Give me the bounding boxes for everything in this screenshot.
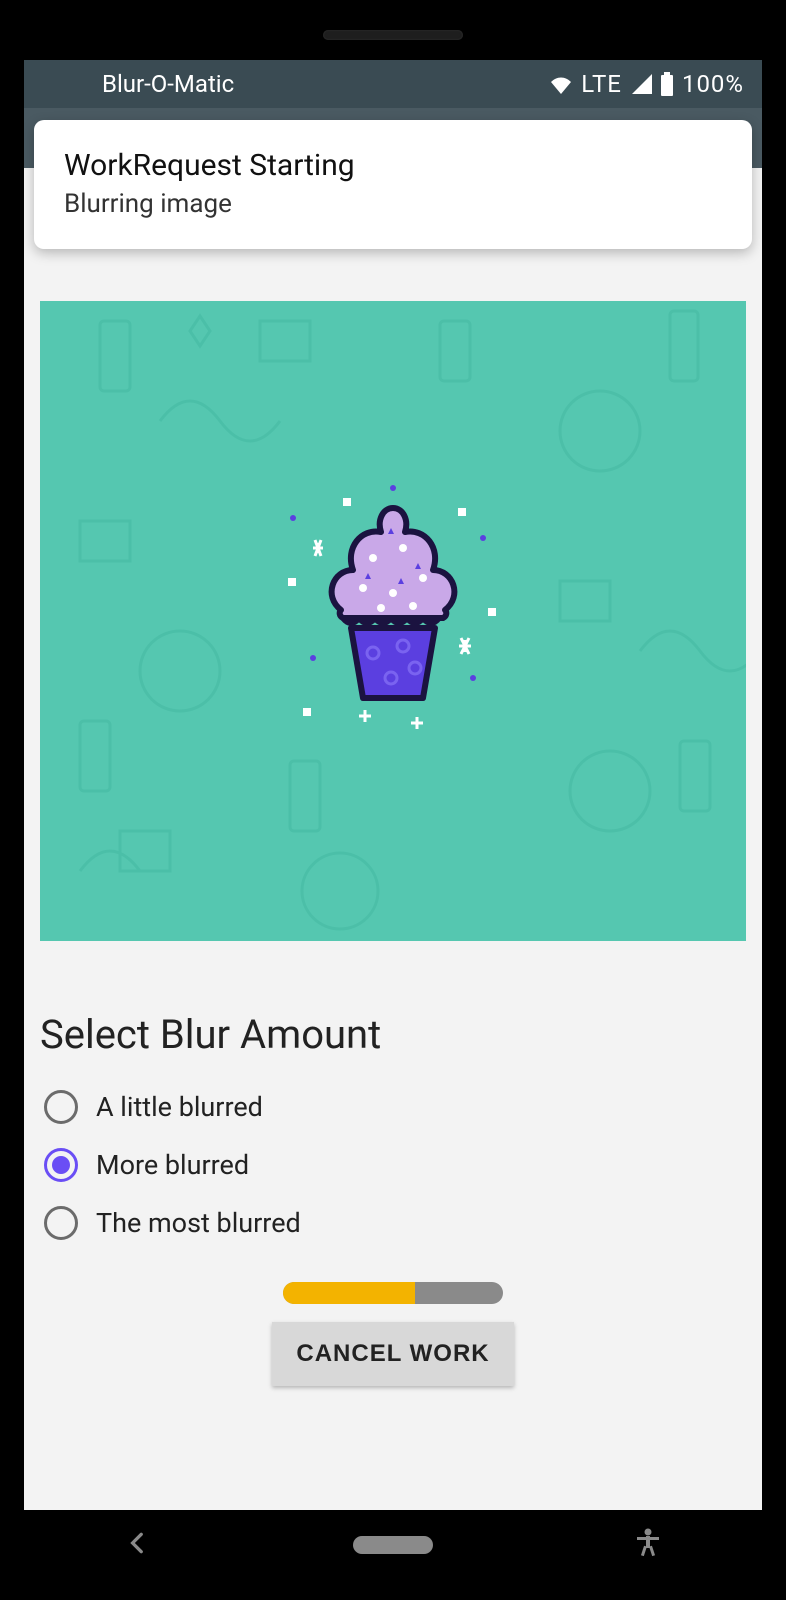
progress-bar [283,1282,503,1304]
radio-option-most-blurred[interactable]: The most blurred [40,1194,746,1252]
phone-speaker [323,30,463,40]
snackbar-notification[interactable]: WorkRequest Starting Blurring image [34,120,752,249]
cell-signal-icon [630,74,652,94]
cupcake-icon [273,478,513,738]
main-content: Select Blur Amount A little blurred More… [24,205,762,1510]
phone-frame: Blur-O-Matic LTE 100% [0,0,786,1600]
home-pill[interactable] [353,1536,433,1554]
snackbar-title: WorkRequest Starting [64,148,722,183]
radio-label: The most blurred [96,1207,301,1239]
progress-fill [283,1282,415,1304]
android-nav-bar [24,1510,762,1580]
status-indicators: LTE 100% [549,70,744,98]
back-icon[interactable] [125,1530,151,1560]
blur-options-group: A little blurred More blurred The most b… [40,1078,746,1252]
wifi-icon [549,74,573,94]
cancel-work-button[interactable]: CANCEL WORK [272,1322,513,1386]
radio-icon [44,1090,78,1124]
radio-option-more-blurred[interactable]: More blurred [40,1136,746,1194]
radio-label: More blurred [96,1149,249,1181]
radio-icon [44,1148,78,1182]
status-bar: Blur-O-Matic LTE 100% [24,60,762,108]
progress-area: CANCEL WORK [40,1282,746,1386]
preview-image [40,301,746,941]
radio-option-little-blurred[interactable]: A little blurred [40,1078,746,1136]
network-label: LTE [581,70,622,98]
radio-label: A little blurred [96,1091,263,1123]
radio-icon [44,1206,78,1240]
accessibility-icon[interactable] [635,1528,661,1562]
battery-label: 100% [682,70,744,98]
battery-icon [660,72,674,96]
snackbar-subtitle: Blurring image [64,189,722,219]
screen: Blur-O-Matic LTE 100% [24,60,762,1510]
app-title: Blur-O-Matic [42,70,234,98]
section-title: Select Blur Amount [40,1011,746,1058]
